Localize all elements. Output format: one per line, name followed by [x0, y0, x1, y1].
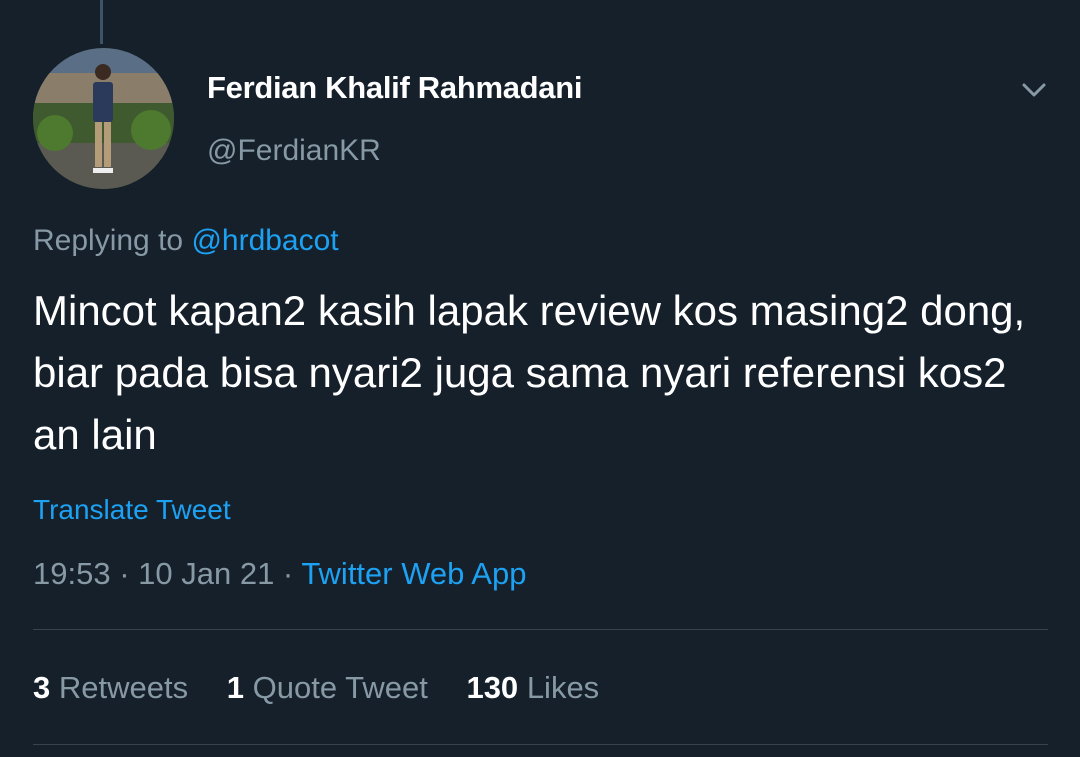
- retweets-count: 3: [33, 670, 51, 705]
- replying-to-line: Replying to @hrdbacot: [33, 224, 339, 258]
- tweet-text: Mincot kapan2 kasih lapak review kos mas…: [33, 287, 1026, 458]
- author-display-name[interactable]: Ferdian Khalif Rahmadani: [207, 70, 583, 106]
- metadata-separator: ·: [110, 556, 139, 591]
- avatar[interactable]: [33, 48, 174, 189]
- tweet-metadata: 19:53 · 10 Jan 21 · Twitter Web App: [33, 556, 526, 592]
- quote-tweets-label: Quote Tweet: [252, 670, 428, 705]
- retweets-label: Retweets: [58, 670, 189, 705]
- metadata-separator: ·: [274, 556, 302, 591]
- translate-tweet-link[interactable]: Translate Tweet: [33, 494, 231, 526]
- quote-tweets-stat[interactable]: 1 Quote Tweet: [227, 670, 428, 705]
- chevron-down-icon[interactable]: [1016, 72, 1052, 108]
- divider: [33, 629, 1048, 630]
- tweet-time[interactable]: 19:53: [33, 556, 111, 591]
- divider: [33, 744, 1048, 745]
- retweets-stat[interactable]: 3 Retweets: [33, 670, 188, 705]
- thread-connector-line: [100, 0, 103, 44]
- replying-to-mention[interactable]: @hrdbacot: [191, 224, 338, 257]
- avatar-photo: [33, 48, 174, 189]
- tweet-source-link[interactable]: Twitter Web App: [301, 556, 526, 591]
- likes-stat[interactable]: 130 Likes: [466, 670, 599, 705]
- quote-tweets-count: 1: [226, 670, 244, 705]
- author-handle[interactable]: @FerdianKR: [207, 134, 381, 168]
- engagement-stats: 3 Retweets 1 Quote Tweet 130 Likes: [33, 670, 629, 706]
- tweet-date[interactable]: 10 Jan 21: [138, 556, 274, 591]
- likes-label: Likes: [526, 670, 600, 705]
- replying-to-label: Replying to: [33, 224, 192, 257]
- likes-count: 130: [466, 670, 519, 705]
